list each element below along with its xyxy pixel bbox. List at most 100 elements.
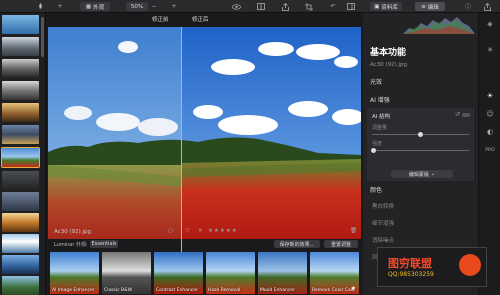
edit-mask-button[interactable]: 编辑蒙版 ⌄ bbox=[391, 170, 453, 178]
top-toolbar: + ▦ 外观 50% − + ↶ ▣ 资料库 ≡ 编辑 ⓘ bbox=[0, 0, 500, 13]
look-thumbnail[interactable]: Haze Removal bbox=[206, 252, 255, 294]
thumbnail-selected[interactable] bbox=[1, 147, 40, 168]
reset-icon[interactable]: ↺ bbox=[455, 111, 460, 118]
look-label: Classic B&W bbox=[104, 288, 133, 293]
item-detail[interactable]: 细节增强 bbox=[372, 219, 394, 227]
look-label: Haze Removal bbox=[208, 288, 241, 293]
thumbnail[interactable] bbox=[2, 15, 39, 34]
layers-icon[interactable]: ◈ bbox=[485, 19, 495, 29]
file-name: Ac30 (92).jpg bbox=[54, 229, 91, 235]
before-label: 修正前 bbox=[152, 17, 169, 23]
sidebar-toggle-icon[interactable] bbox=[346, 2, 356, 11]
looks-category-select[interactable]: Essentials bbox=[90, 240, 118, 248]
undo-icon[interactable]: ↶ bbox=[328, 2, 338, 11]
photo-image bbox=[48, 27, 361, 239]
tab-edit-label: 编辑 bbox=[427, 4, 439, 11]
sun-icon[interactable]: ☀ bbox=[485, 91, 495, 101]
watermark-text: 图穷联盟 bbox=[388, 257, 432, 270]
item-bw[interactable]: 黑白转换 bbox=[372, 202, 394, 210]
flame-logo-icon bbox=[459, 254, 481, 276]
zoom-in-icon[interactable]: + bbox=[170, 2, 178, 11]
color-label-icon[interactable]: ○· bbox=[168, 228, 175, 234]
palette-icon[interactable]: ◐ bbox=[485, 127, 495, 137]
photo-preview[interactable] bbox=[48, 27, 361, 239]
crop-icon[interactable] bbox=[304, 2, 314, 11]
chevron-down-icon: ⌄ bbox=[430, 171, 436, 177]
view-button[interactable]: ▦ 外观 bbox=[80, 2, 110, 11]
tab-edit[interactable]: ≡ 编辑 bbox=[415, 2, 445, 11]
looks-header: Luminar 外观: Essentials 保存新的效果... 重置调整 bbox=[48, 239, 361, 250]
reject-icon[interactable]: ✕ bbox=[198, 228, 203, 234]
section-color[interactable]: 颜色 bbox=[370, 185, 382, 194]
zoom-out-icon[interactable]: − bbox=[150, 2, 158, 11]
image-canvas[interactable]: 修正前 修正后 bbox=[48, 13, 361, 253]
grid-icon: ▦ bbox=[85, 3, 92, 10]
panel-subtitle: Ac30 (92).jpg bbox=[370, 62, 407, 68]
looks-section-label: Luminar 外观: bbox=[54, 242, 88, 248]
amount-slider-knob[interactable] bbox=[418, 132, 423, 137]
save-look-button[interactable]: 保存新的效果... bbox=[274, 240, 320, 248]
info-icon[interactable]: ⓘ bbox=[463, 2, 473, 11]
toggle-switch[interactable] bbox=[462, 113, 470, 117]
thumbnail[interactable] bbox=[2, 103, 39, 122]
look-label: Mood Enhancer bbox=[260, 288, 295, 293]
view-label: 外观 bbox=[93, 4, 105, 11]
thumbnail[interactable] bbox=[2, 234, 39, 253]
thumbnail[interactable] bbox=[2, 125, 39, 144]
histogram bbox=[403, 17, 475, 34]
thumbnail[interactable] bbox=[2, 276, 39, 295]
thumbnail[interactable] bbox=[2, 171, 39, 190]
look-label: AI Image Enhancer bbox=[52, 288, 95, 293]
strength-slider-knob[interactable] bbox=[371, 148, 377, 153]
save-look-label: 保存新的效果... bbox=[279, 241, 315, 248]
thumbnail[interactable] bbox=[2, 59, 39, 78]
tab-library[interactable]: ▣ 资料库 bbox=[370, 2, 402, 11]
looks-category-value: Essentials bbox=[91, 241, 117, 247]
compare-icon[interactable] bbox=[256, 2, 266, 11]
thumbnail[interactable] bbox=[2, 192, 39, 211]
star-rating[interactable]: ★★★★★ bbox=[208, 228, 238, 234]
watermark-logo: 图穷联盟 QQ:985303259 bbox=[377, 247, 487, 287]
heart-icon[interactable]: ♡ bbox=[185, 228, 190, 234]
section-ai-enhance[interactable]: AI 增强 bbox=[370, 95, 390, 104]
look-thumbnail[interactable]: Contrast Enhancer bbox=[154, 252, 203, 294]
rocket-icon[interactable] bbox=[36, 2, 44, 11]
reset-label: 重置调整 bbox=[330, 241, 351, 248]
zoom-value: 50% bbox=[130, 3, 144, 10]
trash-icon[interactable]: 🗑 bbox=[350, 228, 357, 234]
edit-mask-label: 编辑蒙版 bbox=[408, 171, 429, 178]
look-label: Contrast Enhancer bbox=[156, 288, 198, 293]
favorite-star-icon[interactable]: ★ bbox=[351, 285, 356, 292]
section-light[interactable]: 光效 bbox=[370, 77, 382, 86]
compare-split-line[interactable] bbox=[181, 27, 182, 253]
look-thumbnail[interactable]: Remove Color Cast ★ bbox=[310, 252, 359, 294]
add-icon[interactable]: + bbox=[56, 2, 64, 11]
ai-structure-title: AI 结构 bbox=[372, 114, 391, 120]
share-icon[interactable] bbox=[280, 2, 290, 11]
thumbnail[interactable] bbox=[2, 37, 39, 56]
look-thumbnail[interactable]: Classic B&W bbox=[102, 252, 151, 294]
strength-slider[interactable] bbox=[372, 150, 469, 151]
slider1-label: 调整量 bbox=[372, 125, 388, 131]
sliders-icon: ≡ bbox=[421, 3, 426, 10]
filmstrip[interactable] bbox=[0, 13, 46, 295]
look-label: Remove Color Cast bbox=[312, 288, 355, 293]
eye-icon[interactable] bbox=[231, 2, 241, 11]
panel-title: 基本功能 bbox=[370, 48, 407, 58]
image-info-bar: Ac30 (92).jpg ○· ♡ ✕ ★★★★★ 🗑 bbox=[48, 227, 361, 238]
thumbnail[interactable] bbox=[2, 213, 39, 232]
face-icon[interactable]: ☺ bbox=[485, 109, 495, 119]
sparkle-icon[interactable]: ✳ bbox=[485, 45, 495, 55]
reset-adjustments-button[interactable]: 重置调整 bbox=[324, 240, 358, 248]
export-icon[interactable] bbox=[482, 2, 492, 11]
thumbnail[interactable] bbox=[2, 81, 39, 100]
filmstrip-scrollbar[interactable] bbox=[41, 17, 44, 57]
thumbnail[interactable] bbox=[2, 255, 39, 274]
ai-structure-box: AI 结构 ↺ 调整量 强度 编辑蒙版 ⌄ bbox=[367, 108, 474, 181]
item-denoise[interactable]: 消除噪点 bbox=[372, 236, 394, 244]
look-thumbnail[interactable]: Mood Enhancer bbox=[258, 252, 307, 294]
watermark-qq: QQ:985303259 bbox=[388, 271, 434, 278]
pro-icon[interactable]: PRO bbox=[485, 145, 495, 155]
zoom-select[interactable]: 50% bbox=[126, 2, 148, 11]
look-thumbnail[interactable]: AI Image Enhancer bbox=[50, 252, 99, 294]
